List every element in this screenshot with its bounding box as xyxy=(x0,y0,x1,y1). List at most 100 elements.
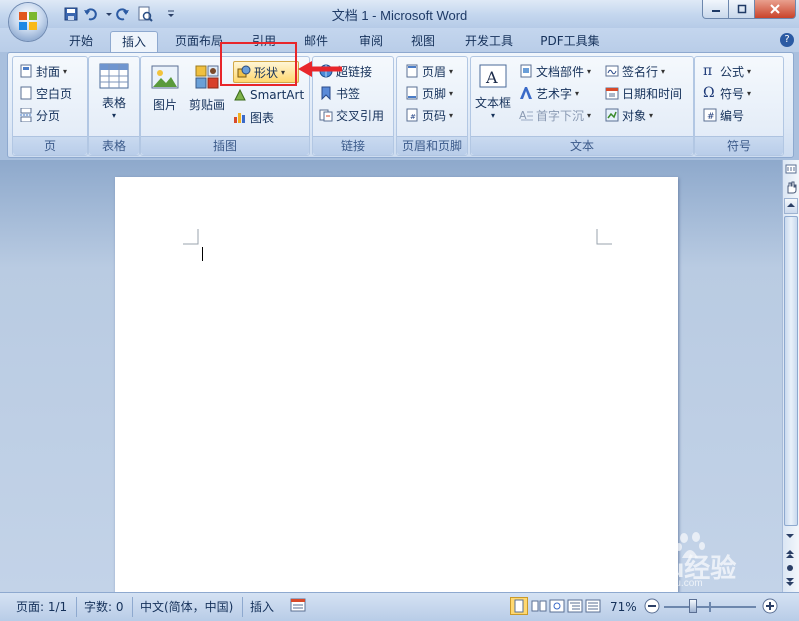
chart-button[interactable]: 图表 xyxy=(233,107,274,127)
drop-cap-icon: A xyxy=(519,108,533,122)
text-cursor xyxy=(202,247,203,261)
symbol-button[interactable]: Ω 符号 ▾ xyxy=(703,83,751,103)
object-button[interactable]: 对象 ▾ xyxy=(605,105,653,125)
status-separator xyxy=(76,597,77,617)
status-separator xyxy=(132,597,133,617)
tab-view[interactable]: 视图 xyxy=(400,31,446,52)
object-icon xyxy=(605,108,619,122)
page-break-icon xyxy=(19,107,33,123)
cover-page-button[interactable]: 封面 ▾ xyxy=(19,61,67,81)
insert-mode-indicator[interactable]: 插入 xyxy=(250,598,274,616)
shapes-highlight-box xyxy=(220,42,297,86)
help-icon[interactable]: ? xyxy=(780,33,794,47)
calendar-icon xyxy=(605,86,619,100)
numbering-button[interactable]: # 编号 xyxy=(703,105,744,125)
ribbon-tabs: 开始 插入 页面布局 引用 邮件 审阅 视图 开发工具 PDF工具集 ? xyxy=(0,28,799,53)
signature-line-button[interactable]: 签名行 ▾ xyxy=(605,61,665,81)
group-text: A 文本框 ▾ 文档部件 ▾ 艺术字 ▾ A 首字下沉 ▾ 签名行 ▾ 日期和时间 对象… xyxy=(470,56,694,156)
drop-cap-button[interactable]: A 首字下沉 ▾ xyxy=(519,105,591,125)
smartart-icon xyxy=(233,88,247,102)
blank-page-icon xyxy=(19,86,33,100)
clipart-icon xyxy=(195,65,219,89)
equation-button[interactable]: π 公式 ▾ xyxy=(703,61,751,81)
zoom-slider-center-tick xyxy=(709,602,711,612)
draft-view-button[interactable] xyxy=(584,597,602,615)
tab-pdf-tools[interactable]: PDF工具集 xyxy=(532,31,608,52)
quick-parts-button[interactable]: 文档部件 ▾ xyxy=(519,61,591,81)
macro-record-icon[interactable] xyxy=(290,597,306,615)
pi-icon: π xyxy=(703,63,713,79)
date-time-button[interactable]: 日期和时间 xyxy=(605,83,682,103)
minimize-button[interactable] xyxy=(702,0,730,19)
zoom-out-button[interactable] xyxy=(644,598,660,616)
red-arrow-icon xyxy=(298,61,342,77)
tab-developer[interactable]: 开发工具 xyxy=(456,31,522,52)
signature-icon xyxy=(605,64,619,78)
web-layout-button[interactable] xyxy=(548,597,566,615)
table-button[interactable]: 表格 ▾ xyxy=(93,63,135,120)
vertical-scrollbar[interactable] xyxy=(782,160,799,592)
textbox-button[interactable]: A 文本框 ▾ xyxy=(473,63,513,120)
group-label-illustrations: 插图 xyxy=(141,136,309,155)
office-logo-icon xyxy=(19,12,37,30)
group-label-header-footer: 页眉和页脚 xyxy=(397,136,467,155)
status-bar: 页面: 1/1 字数: 0 中文(简体，中国) 插入 71% xyxy=(0,592,799,621)
wordart-button[interactable]: 艺术字 ▾ xyxy=(519,83,579,103)
scroll-up-button[interactable] xyxy=(784,198,798,214)
page-number-button[interactable]: # 页码 ▾ xyxy=(405,105,453,125)
maximize-button[interactable] xyxy=(728,0,756,19)
group-tables: 表格 ▾ 表格 xyxy=(88,56,140,156)
previous-page-button[interactable] xyxy=(784,548,798,560)
header-button[interactable]: 页眉 ▾ xyxy=(405,61,453,81)
page-number-icon: # xyxy=(405,108,419,122)
number-sign-icon: # xyxy=(703,108,717,122)
smartart-button[interactable]: SmartArt xyxy=(233,85,304,105)
cross-reference-button[interactable]: 交叉引用 xyxy=(319,105,384,125)
full-screen-reading-button[interactable] xyxy=(530,597,548,615)
chart-icon xyxy=(233,110,247,124)
tab-insert[interactable]: 插入 xyxy=(110,31,158,53)
textbox-icon: A xyxy=(479,64,507,88)
svg-text:#: # xyxy=(707,112,715,122)
status-separator xyxy=(242,597,243,617)
print-layout-view-button[interactable] xyxy=(510,597,528,615)
zoom-in-button[interactable] xyxy=(762,598,778,616)
omega-icon: Ω xyxy=(703,85,715,101)
page-count[interactable]: 页面: 1/1 xyxy=(16,598,67,616)
tab-home[interactable]: 开始 xyxy=(58,31,104,52)
table-icon xyxy=(99,63,129,89)
svg-text:A: A xyxy=(485,68,498,87)
footer-button[interactable]: 页脚 ▾ xyxy=(405,83,453,103)
tab-review[interactable]: 审阅 xyxy=(348,31,394,52)
outline-view-button[interactable] xyxy=(566,597,584,615)
group-header-footer: 页眉 ▾ 页脚 ▾ # 页码 ▾ 页眉和页脚 xyxy=(396,56,468,156)
scroll-down-button[interactable] xyxy=(784,530,798,544)
zoom-slider-thumb[interactable] xyxy=(689,599,697,613)
next-page-button[interactable] xyxy=(784,576,798,588)
close-button[interactable] xyxy=(754,0,796,19)
picture-icon xyxy=(151,65,179,89)
tab-mailings[interactable]: 邮件 xyxy=(296,31,336,52)
document-page[interactable] xyxy=(115,177,678,597)
office-button[interactable] xyxy=(9,3,47,41)
page-break-button[interactable]: 分页 xyxy=(19,105,60,125)
browse-object-button[interactable] xyxy=(784,562,798,574)
bookmark-button[interactable]: 书签 xyxy=(319,83,360,103)
hand-icon[interactable] xyxy=(784,180,798,194)
window-title: 文档 1 - Microsoft Word xyxy=(331,8,468,23)
ruler-toggle-icon[interactable] xyxy=(784,162,798,176)
title-bar: 文档 1 - Microsoft Word xyxy=(0,0,799,29)
margin-mark-top-right xyxy=(596,229,612,245)
word-count[interactable]: 字数: 0 xyxy=(84,598,124,616)
document-area xyxy=(0,160,782,597)
group-label-pages: 页 xyxy=(13,136,87,155)
cover-page-icon xyxy=(19,64,33,78)
picture-button[interactable]: 图片 xyxy=(147,63,183,113)
margin-mark-top-left xyxy=(183,229,199,245)
group-symbols: π 公式 ▾ Ω 符号 ▾ # 编号 符号 xyxy=(694,56,784,156)
bookmark-icon xyxy=(319,86,333,101)
scroll-thumb[interactable] xyxy=(784,216,798,526)
zoom-level[interactable]: 71% xyxy=(610,598,637,616)
blank-page-button[interactable]: 空白页 xyxy=(19,83,72,103)
language-indicator[interactable]: 中文(简体，中国) xyxy=(140,598,233,616)
